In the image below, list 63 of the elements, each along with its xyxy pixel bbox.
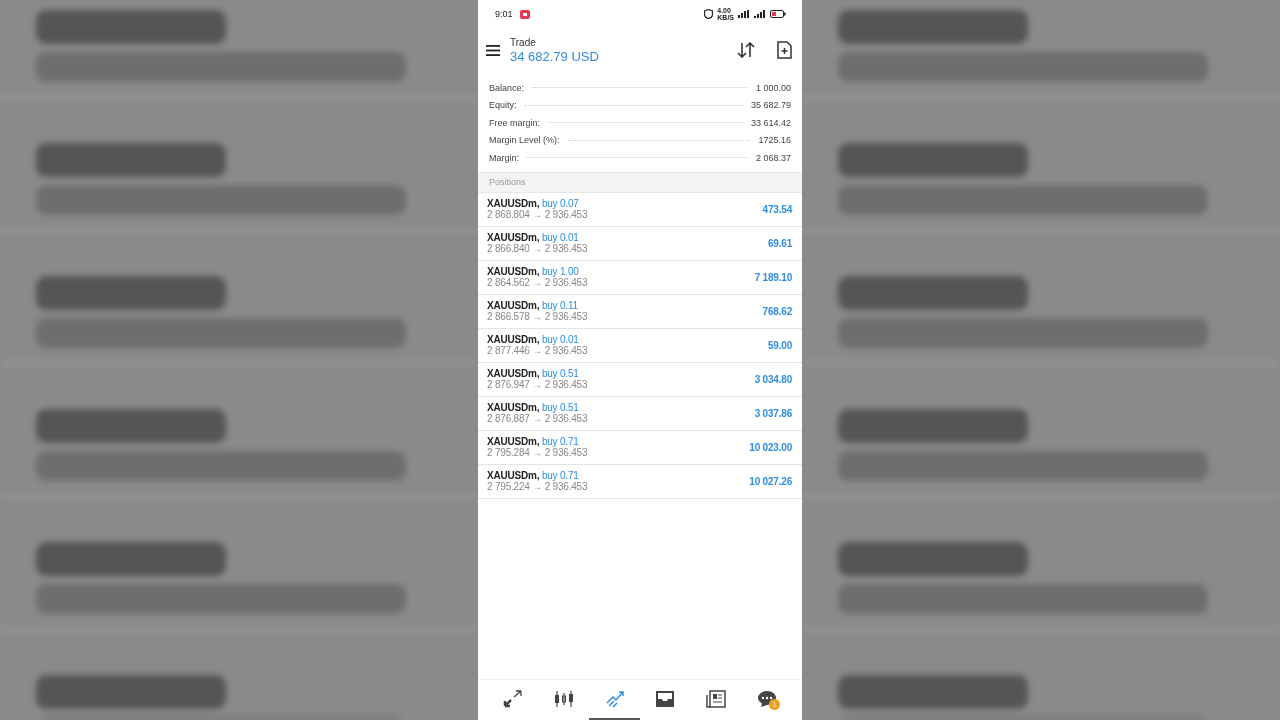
position-profit: 3 034.80 bbox=[754, 373, 792, 385]
position-row[interactable]: XAUUSDm, buy 0.01 2 877.446 → 2 936.453 59.00 bbox=[478, 328, 802, 363]
status-time: 9:01 bbox=[495, 9, 513, 19]
battery-icon bbox=[770, 10, 786, 18]
position-prices: 2 795.284 → 2 936.453 bbox=[487, 447, 589, 458]
summary-value: 33 614.42 bbox=[750, 117, 791, 128]
position-prices: 2 876.887 → 2 936.453 bbox=[487, 413, 589, 424]
position-title: XAUUSDm, buy 0.11 bbox=[487, 300, 578, 311]
summary-label: Balance: bbox=[489, 82, 525, 93]
summary-label: Margin: bbox=[489, 152, 519, 163]
position-row[interactable]: XAUUSDm, buy 0.11 2 866.578 → 2 936.453 768.62 bbox=[478, 294, 802, 329]
position-title: XAUUSDm, buy 0.51 bbox=[487, 402, 579, 413]
summary-label: Free margin: bbox=[489, 117, 541, 128]
position-profit: 10 023.00 bbox=[749, 441, 792, 453]
position-prices: 2 866.840 → 2 936.453 bbox=[487, 243, 589, 254]
newspaper-icon bbox=[706, 690, 726, 708]
position-prices: 2 876.947 → 2 936.453 bbox=[487, 379, 589, 390]
position-prices: 2 866.578 → 2 936.453 bbox=[487, 311, 589, 322]
position-title: XAUUSDm, buy 0.01 bbox=[487, 334, 579, 345]
position-title: XAUUSDm, buy 1.00 bbox=[487, 266, 579, 277]
position-row[interactable]: XAUUSDm, buy 0.01 2 866.840 → 2 936.453 69.61 bbox=[478, 226, 802, 261]
summary-value: 1 000.00 bbox=[755, 82, 791, 93]
position-row[interactable]: XAUUSDm, buy 0.71 2 795.224 → 2 936.453 10 027.26 bbox=[478, 464, 802, 499]
position-title: XAUUSDm, buy 0.51 bbox=[487, 368, 579, 379]
summary-value: 1725.16 bbox=[758, 135, 791, 146]
summary-label: Equity: bbox=[489, 100, 517, 111]
trend-icon bbox=[604, 690, 625, 708]
position-profit: 768.62 bbox=[762, 305, 792, 317]
position-title: XAUUSDm, buy 0.01 bbox=[487, 232, 579, 243]
signal-icon bbox=[754, 10, 766, 18]
position-profit: 473.54 bbox=[762, 203, 792, 215]
screen-title: Trade bbox=[510, 36, 537, 48]
summary-value: 35 682.79 bbox=[750, 100, 791, 111]
position-title: XAUUSDm, buy 0.07 bbox=[487, 198, 579, 209]
position-title: XAUUSDm, buy 0.71 bbox=[487, 436, 579, 447]
position-row[interactable]: XAUUSDm, buy 0.51 2 876.947 → 2 936.453 3 034.80 bbox=[478, 362, 802, 397]
arrows-icon bbox=[503, 690, 524, 708]
sort-icon[interactable] bbox=[737, 42, 755, 58]
signal-icon bbox=[738, 10, 750, 18]
video-app-icon bbox=[519, 9, 530, 19]
position-profit: 69.61 bbox=[767, 237, 792, 249]
position-row[interactable]: XAUUSDm, buy 0.51 2 876.887 → 2 936.453 3 037.86 bbox=[478, 396, 802, 431]
position-prices: 2 795.224 → 2 936.453 bbox=[487, 481, 589, 492]
position-prices: 2 868.804 → 2 936.453 bbox=[487, 209, 589, 220]
summary-value: 2 068.37 bbox=[755, 152, 791, 163]
inbox-icon bbox=[655, 690, 676, 708]
position-prices: 2 864.562 → 2 936.453 bbox=[487, 277, 589, 288]
position-row[interactable]: XAUUSDm, buy 0.07 2 868.804 → 2 936.453 473.54 bbox=[478, 192, 802, 227]
position-row[interactable]: XAUUSDm, buy 0.71 2 795.284 → 2 936.453 10 023.00 bbox=[478, 430, 802, 465]
candlestick-icon bbox=[554, 690, 574, 708]
position-profit: 3 037.86 bbox=[754, 407, 792, 419]
position-profit: 59.00 bbox=[767, 339, 792, 351]
position-profit: 10 027.26 bbox=[749, 475, 792, 487]
menu-icon[interactable] bbox=[486, 44, 500, 56]
position-profit: 7 189.10 bbox=[754, 271, 792, 283]
shield-icon bbox=[704, 9, 714, 19]
section-header: Positions bbox=[478, 171, 802, 193]
position-prices: 2 877.446 → 2 936.453 bbox=[487, 345, 589, 356]
summary-label: Margin Level (%): bbox=[489, 135, 560, 146]
position-title: XAUUSDm, buy 0.71 bbox=[487, 470, 579, 481]
account-balance: 34 682.79 USD bbox=[510, 48, 600, 64]
new-order-icon[interactable] bbox=[777, 41, 792, 59]
position-row[interactable]: XAUUSDm, buy 1.00 2 864.562 → 2 936.453 7 189.10 bbox=[478, 260, 802, 295]
